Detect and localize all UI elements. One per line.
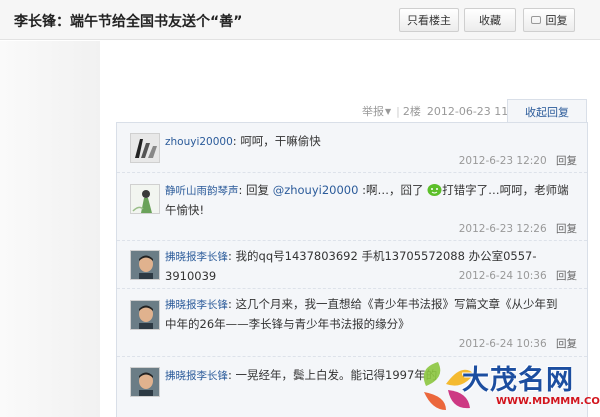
left-margin [0, 41, 100, 417]
reply-username[interactable]: 静听山雨韵琴声 [165, 185, 239, 197]
avatar[interactable] [130, 250, 160, 280]
reply-timestamp: 2012-6-24 10:36 [458, 338, 547, 350]
post-header: 李长锋：端午节给全国书友送个“善” 只看楼主 收藏 回复 [0, 0, 600, 40]
reply-content: 一晃经年，鬓上白发。能记得1997年的 [235, 368, 438, 382]
watermark-url: WWW.MDMMM.COM [496, 396, 600, 407]
avatar[interactable] [130, 367, 160, 397]
reply-username[interactable]: zhouyi20000 [165, 136, 233, 148]
emoticon-icon [427, 183, 442, 196]
site-watermark: 大茂名网 WWW.MDMMM.COM [416, 356, 600, 417]
reply-timestamp: 2012-6-24 10:36 [458, 270, 547, 282]
reply-time-row: 2012-6-23 12:26 回复 [459, 221, 577, 236]
reply-time-row: 2012-6-24 10:36 回复 [459, 336, 577, 351]
reply-username[interactable]: 拂晓报李长锋 [165, 370, 228, 382]
floor-number: 2楼 [402, 105, 421, 118]
reply-button[interactable]: 回复 [523, 8, 575, 32]
favorite-button[interactable]: 收藏 [464, 8, 516, 32]
list-item: 拂晓报李长锋: 我的qq号1437803692 手机13705572088 办公… [117, 241, 587, 289]
reply-link[interactable]: 回复 [556, 338, 577, 350]
watermark-text: 大茂名网 [462, 365, 574, 396]
collapse-replies-button[interactable]: 收起回复 [507, 99, 587, 123]
reply-time-row: 2012-6-24 10:36 回复 [459, 268, 577, 283]
comment-icon [530, 16, 541, 24]
reply-link[interactable]: 回复 [556, 155, 577, 167]
floor-meta: 举报 ▼ | 2楼 2012-06-23 11:23 [362, 103, 526, 119]
only-author-button[interactable]: 只看楼主 [399, 8, 459, 32]
reply-time-row: 2012-6-23 12:20 回复 [459, 153, 577, 168]
reply-timestamp: 2012-6-23 12:20 [458, 155, 547, 167]
report-link[interactable]: 举报 [362, 103, 384, 119]
reply-text: zhouyi20000: 呵呵，干嘛偷快 [165, 134, 321, 148]
list-item: 静听山雨韵琴声: 回复 @zhouyi20000 :啊…，囧了 打错字了…呵呵，… [117, 173, 587, 241]
reply-timestamp: 2012-6-23 12:26 [458, 223, 547, 235]
list-item: zhouyi20000: 呵呵，干嘛偷快 2012-6-23 12:20 回复 [117, 123, 587, 173]
reply-link[interactable]: 回复 [556, 270, 577, 282]
mention-link[interactable]: @zhouyi20000 [273, 183, 359, 197]
avatar[interactable] [130, 300, 160, 330]
divider: | [396, 104, 400, 118]
post-title: 李长锋：端午节给全国书友送个“善” [14, 14, 243, 30]
chevron-down-icon[interactable]: ▼ [385, 107, 391, 116]
reply-username[interactable]: 拂晓报李长锋 [165, 251, 228, 263]
reply-button-label: 回复 [545, 14, 568, 27]
avatar[interactable] [130, 184, 160, 214]
list-item: 拂晓报李长锋: 这几个月来，我一直想给《青少年书法报》写篇文章《从少年到中年的2… [117, 289, 587, 357]
reply-content-mid: :啊…，囧了 [358, 183, 424, 197]
avatar[interactable] [130, 133, 160, 163]
reply-link[interactable]: 回复 [556, 223, 577, 235]
reply-text: 静听山雨韵琴声: 回复 @zhouyi20000 :啊…，囧了 打错字了…呵呵，… [165, 183, 569, 217]
reply-username[interactable]: 拂晓报李长锋 [165, 299, 228, 311]
reply-text: 拂晓报李长锋: 这几个月来，我一直想给《青少年书法报》写篇文章《从少年到中年的2… [165, 297, 558, 331]
reply-content: 呵呵，干嘛偷快 [240, 134, 321, 148]
reply-prefix: 回复 [246, 183, 273, 197]
